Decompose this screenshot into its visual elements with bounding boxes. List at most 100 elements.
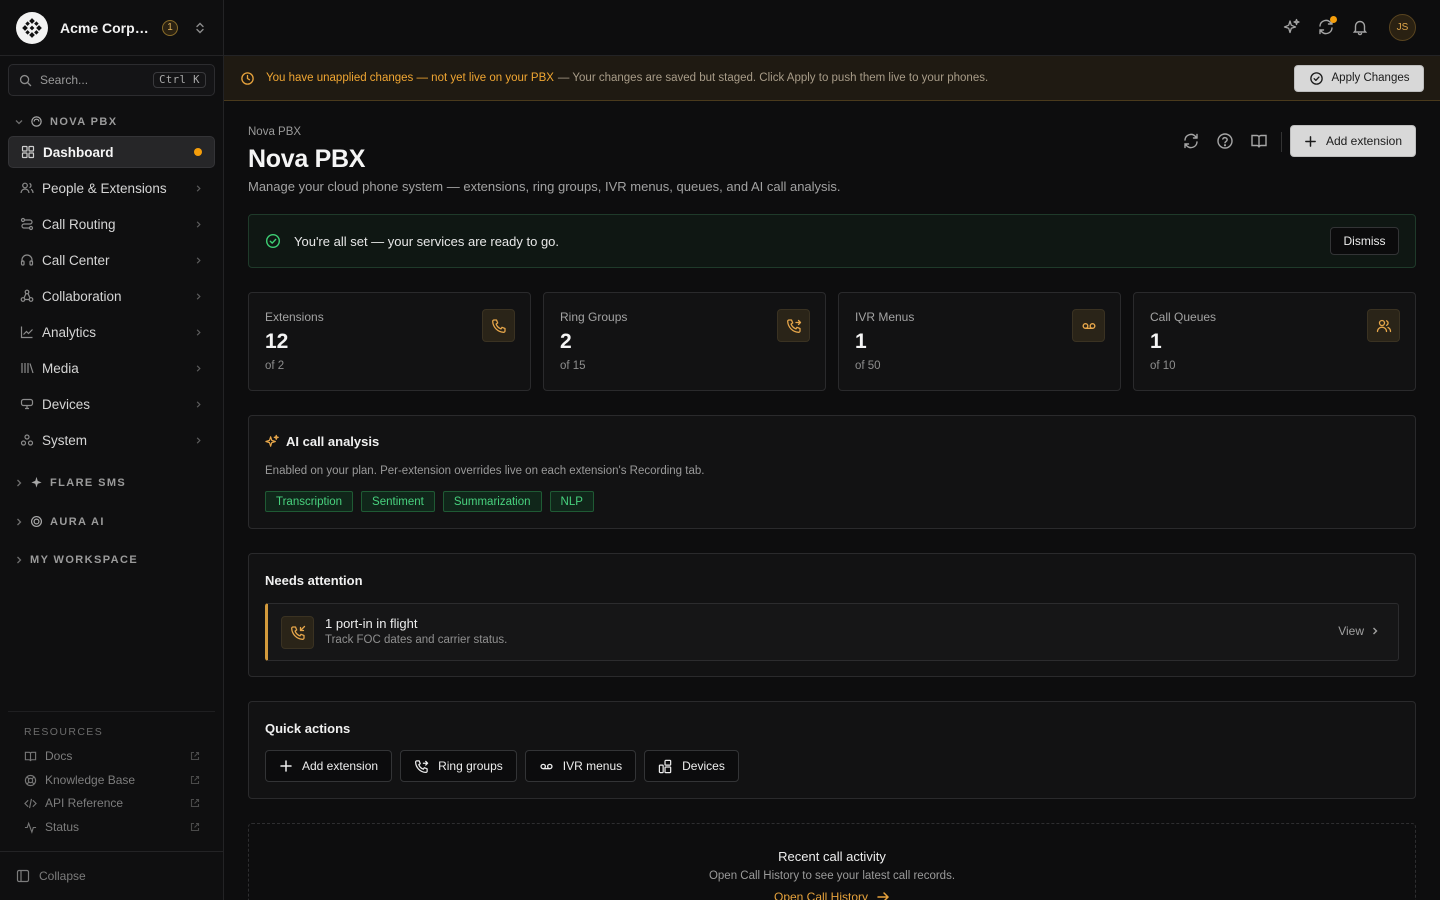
- sidebar-item-dashboard[interactable]: Dashboard: [8, 136, 215, 168]
- recent-call-activity: Recent call activity Open Call History t…: [248, 823, 1416, 900]
- collaboration-icon: [20, 289, 34, 303]
- devices-grid-icon: [658, 759, 672, 773]
- resource-knowledge-base[interactable]: Knowledge Base: [24, 773, 200, 787]
- voicemail-icon: [540, 763, 553, 769]
- check-circle-icon: [1309, 71, 1323, 85]
- notification-dot: [1330, 16, 1337, 23]
- chevron-right-icon: [194, 256, 203, 265]
- section-my-workspace[interactable]: MY WORKSPACE: [14, 554, 138, 566]
- sidebar-item-devices[interactable]: Devices: [8, 388, 215, 420]
- unapplied-changes-banner: You have unapplied changes — not yet liv…: [224, 56, 1440, 101]
- top-bar: JS: [224, 0, 1440, 56]
- plus-icon: [280, 760, 292, 772]
- stat-card-extensions[interactable]: Extensions 12 of 2: [248, 292, 531, 391]
- check-circle-icon: [265, 233, 281, 249]
- qa-devices-button[interactable]: Devices: [644, 750, 739, 782]
- org-logo: [16, 11, 48, 44]
- sidebar-item-analytics[interactable]: Analytics: [8, 316, 215, 348]
- add-extension-button[interactable]: Add extension: [1290, 125, 1416, 157]
- chevron-right-icon: [14, 555, 24, 565]
- divider: [8, 711, 215, 712]
- attention-item-title: 1 port-in in flight: [325, 616, 418, 631]
- stat-label: IVR Menus: [855, 310, 915, 324]
- chip-transcription: Transcription: [265, 491, 354, 512]
- book-open-icon[interactable]: [1250, 132, 1268, 150]
- apply-changes-button[interactable]: Apply Changes: [1294, 64, 1424, 92]
- stat-limit: of 15: [560, 360, 586, 372]
- chip-nlp: NLP: [549, 491, 594, 512]
- org-count-badge: 1: [162, 19, 178, 36]
- lifebuoy-icon: [24, 774, 37, 787]
- banner-detail: — Your changes are saved but staged. Cli…: [557, 72, 989, 84]
- stat-card-ring-groups[interactable]: Ring Groups 2 of 15: [543, 292, 826, 391]
- collapse-label: Collapse: [39, 869, 86, 883]
- stat-limit: of 10: [1150, 360, 1176, 372]
- section-title: AURA AI: [50, 515, 105, 528]
- qa-ring-groups-button[interactable]: Ring groups: [400, 750, 517, 782]
- sparkles-icon[interactable]: [1283, 18, 1301, 36]
- chevron-right-icon: [1373, 627, 1378, 635]
- ready-alert: You're all set — your services are ready…: [248, 214, 1416, 268]
- sidebar-item-call-routing[interactable]: Call Routing: [8, 208, 215, 240]
- qa-ivr-menus-button[interactable]: IVR menus: [524, 750, 637, 782]
- open-call-history-link[interactable]: Open Call History: [249, 890, 1415, 900]
- qa-label: Add extension: [302, 759, 379, 773]
- activity-icon: [24, 821, 37, 834]
- view-label: View: [1338, 624, 1364, 638]
- voicemail-icon: [1072, 309, 1105, 342]
- ai-feature-chips: Transcription Sentiment Summarization NL…: [265, 491, 594, 512]
- aura-icon: [30, 515, 43, 528]
- section-aura-ai[interactable]: AURA AI: [14, 515, 105, 528]
- search-icon: [19, 74, 32, 86]
- divider: [1281, 132, 1282, 152]
- section-flare-sms[interactable]: FLARE SMS: [14, 476, 126, 489]
- collapse-sidebar-button[interactable]: Collapse: [0, 851, 223, 900]
- refresh-icon[interactable]: [1182, 132, 1200, 150]
- avatar[interactable]: JS: [1389, 14, 1416, 41]
- stat-card-call-queues[interactable]: Call Queues 1 of 10: [1133, 292, 1416, 391]
- open-call-history-label: Open Call History: [773, 890, 869, 900]
- status-dot: [194, 148, 202, 156]
- stat-label: Ring Groups: [560, 310, 628, 324]
- arrow-right-icon: [877, 892, 890, 900]
- users-icon: [1367, 309, 1400, 342]
- breadcrumb[interactable]: Nova PBX: [248, 126, 301, 138]
- quick-actions-card: Quick actions Add extension Ring groups …: [248, 701, 1416, 799]
- resource-status[interactable]: Status: [24, 820, 200, 834]
- external-link-icon: [190, 798, 200, 808]
- chevron-right-icon: [194, 292, 203, 301]
- search-input[interactable]: Search... Ctrl K: [8, 64, 215, 96]
- sidebar-item-media[interactable]: Media: [8, 352, 215, 384]
- add-extension-label: Add extension: [1325, 134, 1403, 148]
- attention-item-port-in[interactable]: 1 port-in in flight Track FOC dates and …: [265, 603, 1399, 661]
- stat-card-ivr-menus[interactable]: IVR Menus 1 of 50: [838, 292, 1121, 391]
- section-title: NOVA PBX: [50, 115, 118, 128]
- org-switcher[interactable]: Acme Corporation 1: [0, 0, 223, 56]
- bell-icon[interactable]: [1351, 18, 1369, 36]
- section-nova-pbx[interactable]: NOVA PBX: [14, 115, 117, 128]
- dismiss-button[interactable]: Dismiss: [1330, 227, 1399, 255]
- resource-api-reference[interactable]: API Reference: [24, 796, 200, 810]
- resource-label: API Reference: [45, 796, 124, 810]
- sidebar-item-people[interactable]: People & Extensions: [8, 172, 215, 204]
- needs-attention-card: Needs attention 1 port-in in flight Trac…: [248, 553, 1416, 677]
- resource-docs[interactable]: Docs: [24, 749, 200, 763]
- media-icon: [20, 361, 34, 375]
- stat-label: Extensions: [265, 310, 324, 324]
- recent-title: Recent call activity: [778, 849, 886, 864]
- sidebar-item-system[interactable]: System: [8, 424, 215, 456]
- ai-call-analysis-card: AI call analysis Enabled on your plan. P…: [248, 415, 1416, 529]
- view-link[interactable]: View: [1338, 624, 1380, 638]
- chevron-right-icon: [194, 328, 203, 337]
- sidebar-item-call-center[interactable]: Call Center: [8, 244, 215, 276]
- stat-value: 1: [1150, 330, 1162, 353]
- qa-label: IVR menus: [562, 759, 623, 773]
- help-icon[interactable]: [1216, 132, 1234, 150]
- stat-value: 1: [855, 330, 867, 353]
- external-link-icon: [190, 751, 200, 761]
- qa-add-extension-button[interactable]: Add extension: [265, 750, 393, 782]
- chevrons-up-down-icon[interactable]: [193, 21, 207, 35]
- sparkles-icon: [265, 434, 280, 449]
- sidebar-item-collaboration[interactable]: Collaboration: [8, 280, 215, 312]
- dashboard-icon: [21, 145, 35, 159]
